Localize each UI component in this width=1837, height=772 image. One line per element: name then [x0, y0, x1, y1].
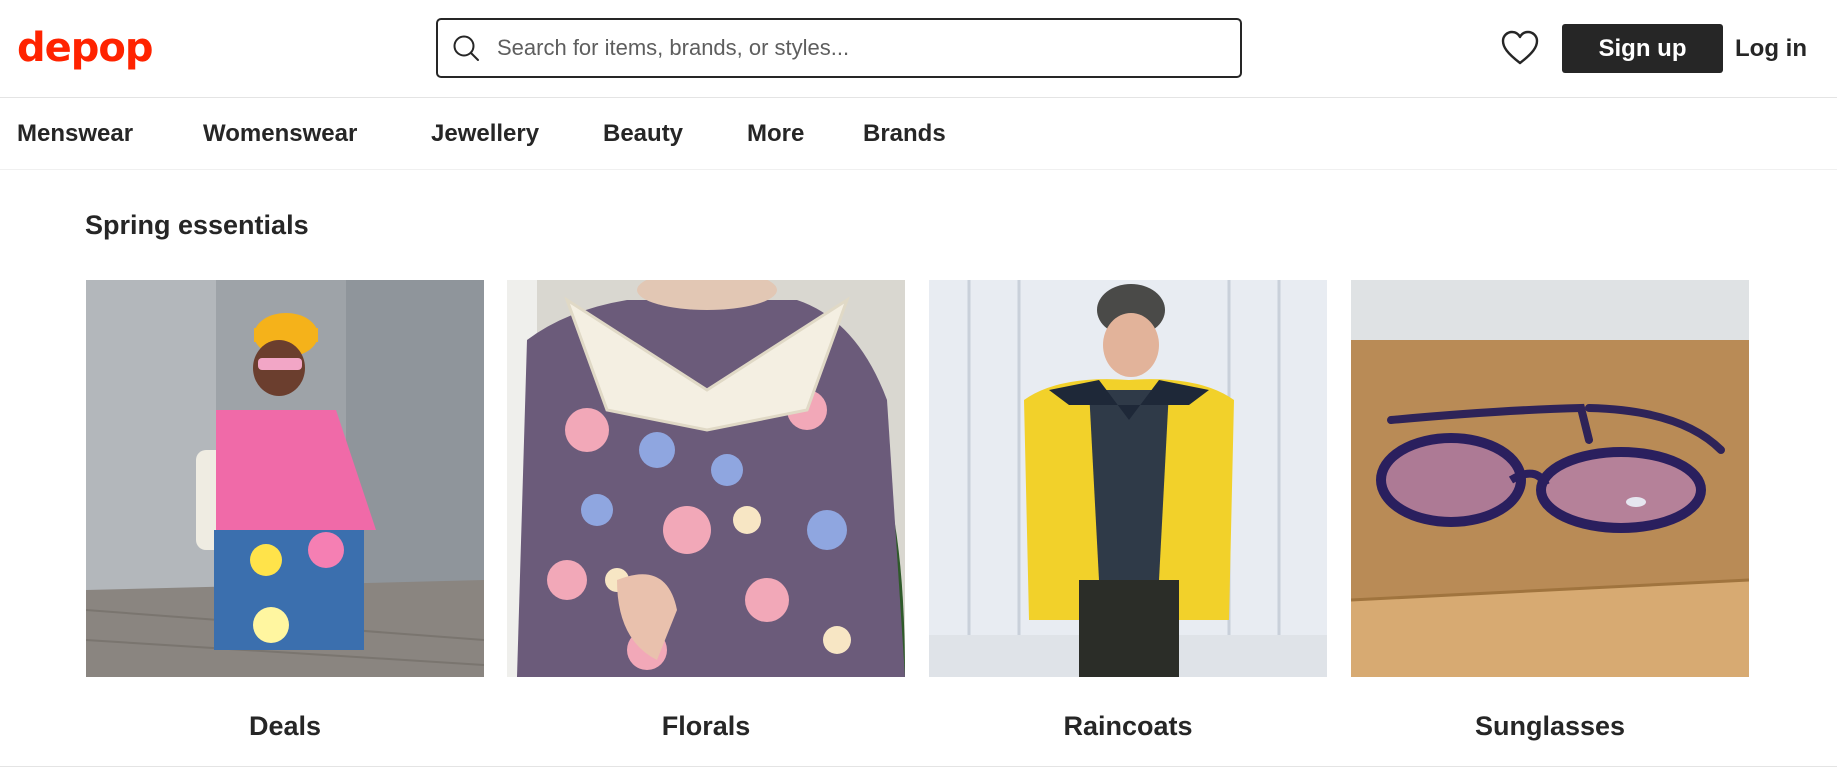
- log-in-link[interactable]: Log in: [1735, 24, 1807, 73]
- raincoats-photo[interactable]: [929, 280, 1327, 677]
- sunglasses-photo[interactable]: [1351, 280, 1749, 677]
- category-card-sunglasses[interactable]: Sunglasses: [1351, 280, 1749, 741]
- depop-logo[interactable]: depop: [17, 24, 154, 72]
- card-label-sunglasses[interactable]: Sunglasses: [1351, 708, 1749, 744]
- florals-photo[interactable]: [507, 280, 905, 677]
- nav-item-brands[interactable]: Brands: [863, 118, 946, 150]
- search-input[interactable]: [497, 20, 1240, 76]
- top-header: depop Sign up Log in: [0, 0, 1837, 98]
- heart-icon[interactable]: [1501, 30, 1539, 66]
- sign-up-button[interactable]: Sign up: [1562, 24, 1723, 73]
- nav-item-jewellery[interactable]: Jewellery: [431, 118, 539, 150]
- card-label-deals[interactable]: Deals: [86, 708, 484, 744]
- section-title: Spring essentials: [85, 210, 309, 240]
- card-label-florals[interactable]: Florals: [507, 708, 905, 744]
- category-nav: Menswear Womenswear Jewellery Beauty Mor…: [0, 98, 1837, 170]
- category-card-deals[interactable]: Deals: [86, 280, 484, 741]
- search-bar[interactable]: [436, 18, 1242, 78]
- nav-item-menswear[interactable]: Menswear: [17, 118, 133, 150]
- nav-item-womenswear[interactable]: Womenswear: [203, 118, 357, 150]
- deals-photo[interactable]: [86, 280, 484, 677]
- section-divider: [0, 766, 1837, 767]
- nav-item-beauty[interactable]: Beauty: [603, 118, 683, 150]
- category-card-florals[interactable]: Florals: [507, 280, 905, 741]
- nav-item-more[interactable]: More: [747, 118, 804, 150]
- search-icon[interactable]: [451, 33, 481, 63]
- category-card-raincoats[interactable]: Raincoats: [929, 280, 1327, 741]
- card-label-raincoats[interactable]: Raincoats: [929, 708, 1327, 744]
